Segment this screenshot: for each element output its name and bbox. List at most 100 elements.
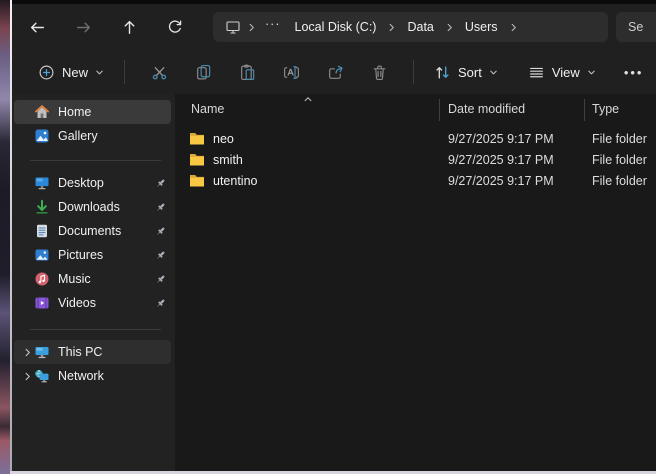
share-button[interactable]	[313, 55, 357, 89]
view-button[interactable]: View	[520, 58, 604, 87]
file-name: neo	[213, 132, 234, 146]
sidebar-item-label: Home	[58, 105, 167, 119]
cut-icon	[151, 64, 168, 81]
expand-chevron-icon[interactable]	[20, 348, 34, 357]
sidebar-item-label: This PC	[58, 345, 167, 359]
sidebar-item-music[interactable]: Music	[14, 267, 171, 291]
sidebar-divider	[30, 160, 161, 161]
sidebar-item-home[interactable]: Home	[14, 100, 171, 124]
delete-button[interactable]	[357, 55, 401, 89]
pictures-icon	[34, 247, 50, 263]
file-row-utentino[interactable]: utentino 9/27/2025 9:17 PM File folder	[175, 171, 656, 192]
pin-icon	[153, 201, 167, 214]
paste-icon	[239, 64, 256, 81]
search-input[interactable]: Se	[616, 12, 656, 42]
breadcrumb-users[interactable]: Users	[458, 18, 505, 36]
desktop-icon	[34, 175, 50, 191]
column-header-type[interactable]: Type	[592, 102, 619, 116]
file-list-pane[interactable]: Name Date modified Type neo 9/27/2025 9:…	[175, 94, 656, 471]
paste-button[interactable]	[225, 55, 269, 89]
new-label: New	[62, 65, 88, 80]
back-arrow-icon	[29, 19, 46, 36]
breadcrumb-overflow-button[interactable]: ···	[260, 17, 286, 37]
more-ellipsis-icon: •••	[624, 65, 644, 80]
cut-button[interactable]	[137, 55, 181, 89]
sidebar-item-label: Network	[58, 369, 167, 383]
chevron-down-icon	[95, 68, 104, 77]
sidebar-item-videos[interactable]: Videos	[14, 291, 171, 315]
main-area: Home Gallery Desktop	[12, 94, 656, 471]
pin-icon	[153, 249, 167, 262]
sort-button[interactable]: Sort	[426, 58, 506, 87]
pin-icon	[153, 225, 167, 238]
address-bar[interactable]: ··· Local Disk (C:) Data Users	[213, 12, 608, 42]
file-date-modified: 9/27/2025 9:17 PM	[448, 174, 554, 188]
column-resize-handle[interactable]	[439, 99, 440, 121]
file-type: File folder	[592, 153, 647, 167]
file-name: smith	[213, 153, 243, 167]
file-date-modified: 9/27/2025 9:17 PM	[448, 132, 554, 146]
forward-button[interactable]	[60, 10, 106, 44]
videos-icon	[34, 295, 50, 311]
breadcrumb-chevron-icon[interactable]	[507, 23, 520, 32]
rename-button[interactable]	[269, 55, 313, 89]
sidebar-item-label: Desktop	[58, 176, 153, 190]
explorer-app-window: ··· Local Disk (C:) Data Users Se	[12, 0, 656, 471]
new-plus-icon	[38, 64, 55, 81]
sort-icon	[434, 64, 451, 81]
sort-ascending-caret-icon	[302, 94, 314, 104]
file-row-smith[interactable]: smith 9/27/2025 9:17 PM File folder	[175, 150, 656, 171]
sort-label: Sort	[458, 65, 482, 80]
copy-button[interactable]	[181, 55, 225, 89]
file-date-modified: 9/27/2025 9:17 PM	[448, 153, 554, 167]
documents-icon	[34, 223, 50, 239]
file-type: File folder	[592, 174, 647, 188]
pin-icon	[153, 273, 167, 286]
column-header-row: Name Date modified Type	[175, 94, 656, 124]
breadcrumb-data[interactable]: Data	[400, 18, 440, 36]
sidebar-item-pictures[interactable]: Pictures	[14, 243, 171, 267]
sidebar-item-label: Videos	[58, 296, 153, 310]
folder-icon	[189, 132, 205, 146]
forward-arrow-icon	[75, 19, 92, 36]
refresh-button[interactable]	[152, 10, 198, 44]
file-row-neo[interactable]: neo 9/27/2025 9:17 PM File folder	[175, 129, 656, 150]
sidebar-item-network[interactable]: Network	[14, 364, 171, 388]
file-explorer-window: ··· Local Disk (C:) Data Users Se	[0, 0, 656, 474]
downloads-icon	[34, 199, 50, 215]
sidebar-item-label: Downloads	[58, 200, 153, 214]
sidebar-item-label: Music	[58, 272, 153, 286]
column-resize-handle[interactable]	[584, 99, 585, 121]
file-type: File folder	[592, 132, 647, 146]
back-button[interactable]	[14, 10, 60, 44]
pin-icon	[153, 177, 167, 190]
breadcrumb-local-disk-c[interactable]: Local Disk (C:)	[288, 18, 384, 36]
trash-icon	[371, 64, 388, 81]
breadcrumb-chevron-icon	[443, 23, 456, 32]
folder-icon	[189, 153, 205, 167]
breadcrumb-chevron-icon	[385, 23, 398, 32]
sidebar-item-this-pc[interactable]: This PC	[14, 340, 171, 364]
sidebar-item-label: Gallery	[58, 129, 167, 143]
sidebar-item-documents[interactable]: Documents	[14, 219, 171, 243]
home-icon	[34, 104, 50, 120]
new-button[interactable]: New	[30, 58, 112, 87]
navigation-pane: Home Gallery Desktop	[12, 94, 175, 471]
up-button[interactable]	[106, 10, 152, 44]
this-pc-monitor-icon[interactable]	[223, 19, 243, 35]
sidebar-item-gallery[interactable]: Gallery	[14, 124, 171, 148]
music-icon	[34, 271, 50, 287]
command-toolbar: New So	[12, 50, 656, 94]
share-icon	[327, 64, 344, 81]
view-icon	[528, 64, 545, 81]
column-header-name[interactable]: Name	[191, 102, 224, 116]
copy-icon	[195, 64, 212, 81]
file-rows: neo 9/27/2025 9:17 PM File folder smith …	[175, 129, 656, 192]
sidebar-item-desktop[interactable]: Desktop	[14, 171, 171, 195]
refresh-icon	[167, 19, 183, 35]
sidebar-item-downloads[interactable]: Downloads	[14, 195, 171, 219]
expand-chevron-icon[interactable]	[20, 372, 34, 381]
see-more-button[interactable]: •••	[616, 59, 652, 86]
column-header-date-modified[interactable]: Date modified	[448, 102, 525, 116]
rename-icon	[283, 64, 300, 81]
